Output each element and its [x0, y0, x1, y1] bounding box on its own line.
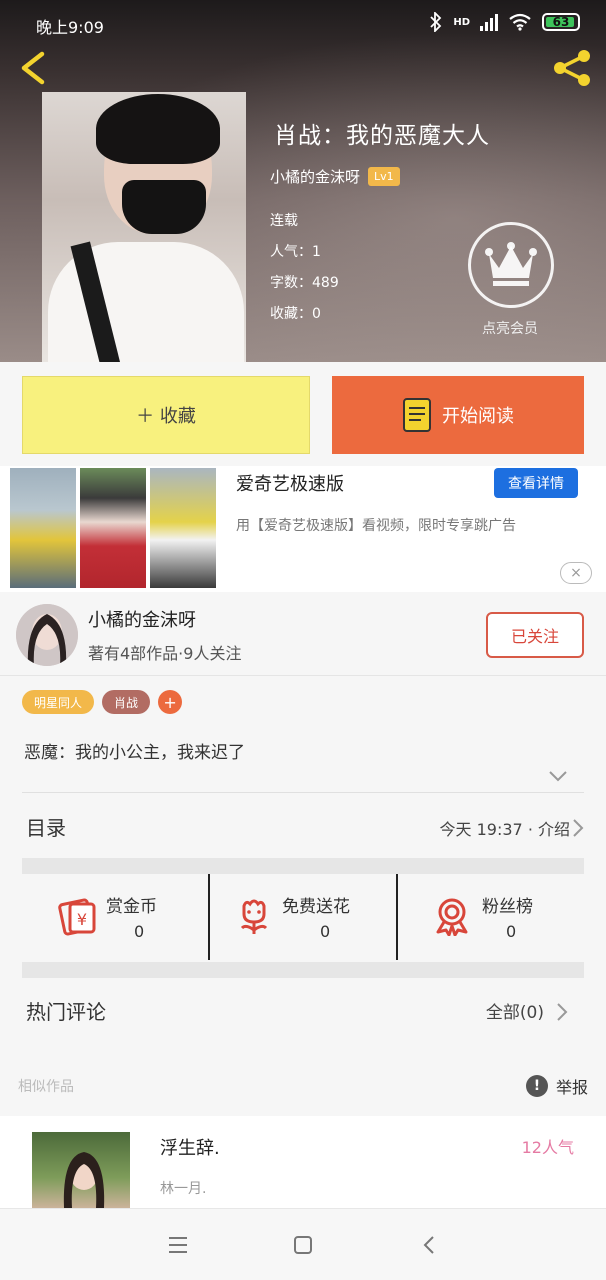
toc-info: 今天 19:37 · 介绍 — [439, 820, 570, 839]
divider — [22, 792, 584, 793]
add-tag-button[interactable]: + — [158, 690, 183, 714]
book-icon — [403, 398, 431, 432]
table-of-contents-row[interactable]: 目录 今天 19:37 · 介绍 — [0, 796, 606, 856]
status-time: 晚上9:09 — [36, 18, 104, 37]
status-icons: HD 63 — [429, 12, 580, 32]
hot-comments-label: 热门评论 — [26, 1000, 106, 1024]
signal-icon — [480, 13, 498, 31]
close-icon[interactable]: × — [560, 562, 592, 584]
fan-ranking-value: 0 — [506, 922, 517, 941]
book-meta: 连载 人气：1 字数：489 收藏：0 — [270, 206, 339, 330]
report-label: 举报 — [555, 1078, 588, 1097]
reward-coins-label: 赏金币 — [106, 897, 157, 917]
book-word-count: 字数：489 — [270, 275, 339, 291]
free-flower-value: 0 — [320, 922, 331, 941]
ad-description: 用【爱奇艺极速版】看视频，限时专享跳广告 — [236, 518, 516, 534]
section-spacer — [22, 858, 584, 874]
status-bar: 晚上9:09 HD 63 — [0, 0, 606, 46]
back-icon[interactable] — [418, 1233, 442, 1257]
book-status: 连载 — [270, 213, 298, 229]
similar-work-card[interactable]: 浮生辞. 林一月. 12人气 — [0, 1116, 606, 1208]
similar-work-popularity: 12人气 — [521, 1138, 574, 1157]
action-buttons: ＋ 收藏 开始阅读 — [22, 376, 584, 454]
author-block-stats: 著有4部作品·9人关注 — [88, 644, 242, 663]
ad-image — [150, 468, 216, 588]
vip-label[interactable]: 点亮会员 — [460, 318, 560, 338]
book-popularity: 人气：1 — [270, 244, 321, 260]
book-title: 肖战：我的恶魔大人 — [274, 123, 490, 149]
crown-icon — [485, 242, 537, 286]
all-comments-link[interactable]: 全部(0) — [486, 998, 544, 1023]
section-spacer — [22, 962, 584, 978]
ad-image — [80, 468, 146, 588]
start-reading-label: 开始阅读 — [442, 406, 514, 427]
level-badge: Lv1 — [368, 167, 400, 186]
network-type: HD — [453, 16, 470, 28]
ad-image — [10, 468, 76, 588]
home-icon[interactable] — [291, 1233, 315, 1257]
author-row[interactable]: 小橘的金沫呀 Lv1 — [270, 166, 400, 187]
collect-label: ＋ 收藏 — [136, 406, 196, 427]
similar-work-author: 林一月. — [160, 1181, 207, 1197]
author-block: 小橘的金沫呀 著有4部作品·9人关注 已关注 — [0, 592, 606, 676]
tag-item[interactable]: 肖战 — [102, 690, 151, 714]
similar-work-cover[interactable] — [32, 1132, 130, 1208]
wifi-icon — [509, 13, 531, 31]
avatar[interactable] — [16, 604, 78, 666]
report-button[interactable]: ! 举报 — [525, 1074, 588, 1098]
ad-title[interactable]: 爱奇艺极速版 — [236, 470, 344, 496]
author-block-name[interactable]: 小橘的金沫呀 — [88, 606, 196, 632]
ad-detail-button[interactable]: 查看详情 — [494, 468, 578, 498]
bluetooth-icon — [430, 12, 442, 32]
svg-text:¥: ¥ — [77, 910, 87, 929]
system-nav-bar — [0, 1208, 606, 1280]
fan-ranking-item[interactable]: 粉丝榜 0 — [396, 874, 584, 960]
tag-item[interactable]: 明星同人 — [22, 690, 95, 714]
tag-list: 明星同人 肖战 + — [22, 690, 183, 714]
book-cover[interactable] — [42, 92, 246, 362]
fan-ranking-label: 粉丝榜 — [482, 897, 533, 917]
chevron-right-icon — [573, 819, 584, 837]
book-summary: 恶魔：我的小公主，我来迟了 — [24, 743, 245, 763]
red-envelope-icon: ¥ — [58, 898, 96, 936]
author-name[interactable]: 小橘的金沫呀 — [270, 166, 360, 187]
chevron-left-icon[interactable] — [14, 48, 50, 88]
ad-banner[interactable]: 爱奇艺极速版 用【爱奇艺极速版】看视频，限时专享跳广告 查看详情 × — [0, 466, 606, 592]
menu-icon[interactable] — [166, 1233, 190, 1257]
free-flower-label: 免费送花 — [282, 897, 350, 917]
collect-button[interactable]: ＋ 收藏 — [22, 376, 310, 454]
hot-comments-row[interactable]: 热门评论 全部(0) — [0, 982, 606, 1038]
follow-button[interactable]: 已关注 — [486, 612, 584, 658]
share-icon[interactable] — [550, 48, 594, 88]
similar-work-title[interactable]: 浮生辞. — [160, 1134, 220, 1160]
toc-label: 目录 — [26, 816, 66, 840]
medal-icon — [436, 898, 468, 936]
reward-coins-item[interactable]: ¥ 赏金币 0 — [22, 874, 208, 960]
free-flower-item[interactable]: 免费送花 0 — [208, 874, 396, 960]
book-favorites: 收藏：0 — [270, 306, 321, 322]
support-stats: ¥ 赏金币 0 免费送花 0 粉丝榜 0 — [22, 874, 584, 960]
chevron-right-icon — [557, 1003, 568, 1021]
battery-level: 63 — [552, 15, 570, 29]
reward-coins-value: 0 — [134, 922, 145, 941]
similar-works-label: 相似作品 — [18, 1079, 74, 1095]
chevron-down-icon[interactable] — [548, 768, 568, 784]
similar-works-header: 相似作品 ! 举报 — [0, 1066, 606, 1110]
vip-button[interactable] — [468, 222, 554, 308]
start-reading-button[interactable]: 开始阅读 — [332, 376, 584, 454]
flower-icon — [240, 899, 268, 934]
battery-icon: 63 — [542, 13, 580, 31]
warning-icon: ! — [525, 1075, 548, 1097]
